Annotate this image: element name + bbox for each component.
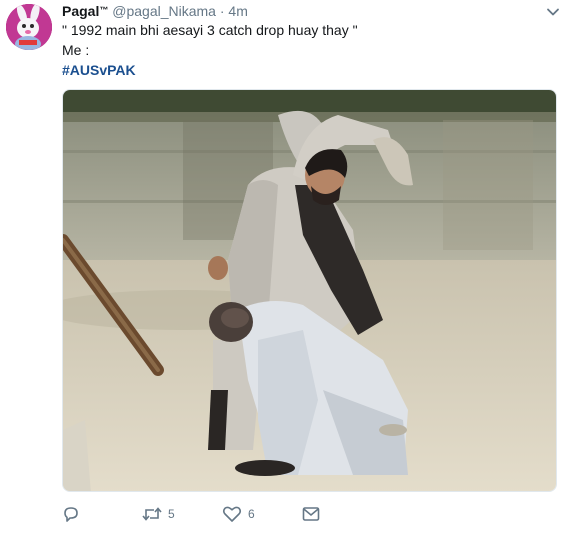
display-name[interactable]: Pagal [62, 3, 99, 19]
meme-photo [63, 90, 556, 491]
heart-icon [222, 505, 242, 523]
avatar[interactable] [6, 4, 52, 50]
retweet-count: 5 [168, 507, 175, 521]
tweet-media-image[interactable] [62, 89, 557, 492]
retweet-button[interactable]: 5 [142, 502, 175, 526]
timestamp[interactable]: 4m [228, 3, 247, 19]
user-handle[interactable]: @pagal_Nikama [112, 3, 216, 19]
like-button[interactable]: 6 [222, 502, 255, 526]
tweet-header: Pagal™ @pagal_Nikama · 4m [62, 2, 248, 20]
chevron-down-icon[interactable] [545, 4, 561, 20]
reply-button[interactable] [62, 502, 86, 526]
avatar-image [6, 4, 52, 50]
tweet-actions: 5 6 [62, 502, 362, 526]
tweet-text-line-1: " 1992 main bhi aesayi 3 catch drop huay… [62, 22, 358, 38]
reply-icon [62, 505, 80, 523]
envelope-icon [302, 506, 320, 522]
like-count: 6 [248, 507, 255, 521]
hashtag-link[interactable]: #AUSvPAK [62, 61, 136, 80]
separator-dot: · [219, 3, 225, 19]
tweet-text-line-2: Me : [62, 42, 90, 58]
direct-message-button[interactable] [302, 502, 320, 526]
trademark-mark: ™ [99, 5, 109, 15]
retweet-icon [142, 505, 162, 523]
tweet[interactable]: Pagal™ @pagal_Nikama · 4m " 1992 main bh… [0, 0, 567, 533]
